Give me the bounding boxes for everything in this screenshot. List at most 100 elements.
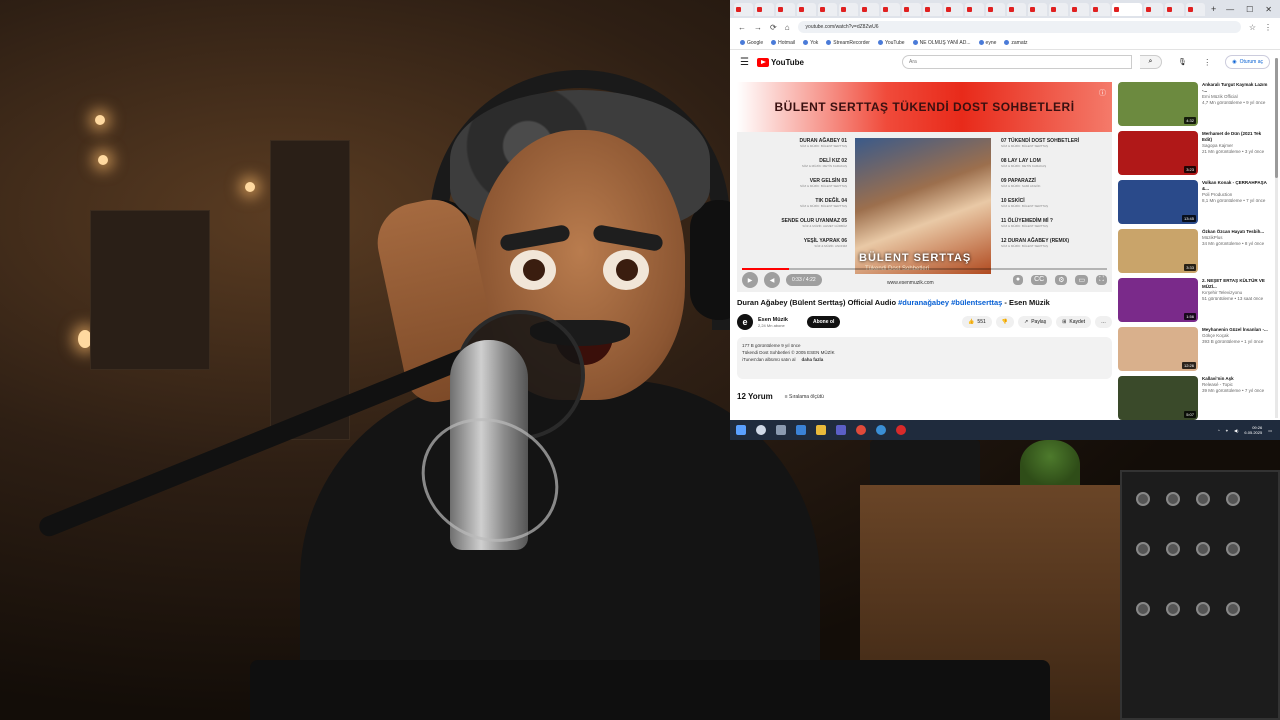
share-button[interactable]: ↗ Paylaş (1018, 316, 1053, 328)
page-scrollbar[interactable] (1275, 58, 1278, 418)
video-thumbnail[interactable]: 3:23 (1118, 131, 1198, 175)
video-thumbnail[interactable]: 1:56 (1118, 278, 1198, 322)
signin-button[interactable]: ◉ Oturum aç (1225, 55, 1270, 69)
voice-search-icon[interactable]: 🎙 (1178, 58, 1187, 66)
info-icon[interactable]: ⓘ (1099, 88, 1106, 98)
subtitles-icon[interactable]: CC (1031, 275, 1048, 285)
browser-tab[interactable] (1007, 2, 1026, 16)
bookmark-item[interactable]: Google (740, 40, 763, 46)
search-input[interactable]: Ara (902, 55, 1132, 69)
video-thumbnail[interactable]: 5:07 (1118, 376, 1198, 420)
browser-tab[interactable] (944, 2, 963, 16)
related-video[interactable]: 1:56 2. NEŞET ERTAŞ KÜLTÜR VE MÜZİ... Kırş… (1118, 278, 1280, 327)
browser-tab[interactable] (986, 2, 1005, 16)
browser-tab[interactable] (797, 2, 816, 16)
notifications-icon[interactable]: ▭ (1268, 428, 1272, 433)
dislike-button[interactable]: 👎 (995, 316, 1014, 328)
related-video[interactable]: 12:26 Meyhanenin Güzel İnsanları -... Gökç… (1118, 327, 1280, 376)
browser-tab[interactable] (860, 2, 879, 16)
bookmark-item[interactable]: eyne (978, 40, 996, 46)
file-explorer-icon[interactable] (816, 425, 826, 435)
related-video[interactable]: 4:32 Ankaralı Turgut Kaymak Lazım -... Emi… (1118, 82, 1280, 131)
browser-tab[interactable] (1028, 2, 1047, 16)
teams-icon[interactable] (836, 425, 846, 435)
edge-icon[interactable] (796, 425, 806, 435)
description-box[interactable]: 177 B görüntüleme 9 yıl önce Tükendi Dos… (737, 337, 1112, 379)
app-icon[interactable] (876, 425, 886, 435)
home-icon[interactable]: ⌂ (785, 23, 790, 32)
browser-tab[interactable] (776, 2, 795, 16)
browser-tab[interactable] (818, 2, 837, 16)
reload-icon[interactable]: ⟳ (770, 23, 777, 32)
browser-tab[interactable] (1144, 2, 1163, 16)
miniplayer-icon[interactable]: ▭ (1075, 275, 1089, 285)
browser-tab[interactable] (965, 2, 984, 16)
autoplay-icon[interactable]: ● (1012, 275, 1024, 285)
browser-tab[interactable] (839, 2, 858, 16)
description-itunes-link[interactable]: iTunes'dan albümü satın al (742, 357, 795, 362)
bookmark-item[interactable]: zamatz (1004, 40, 1028, 46)
volume-button[interactable]: ◀ (764, 272, 780, 288)
browser-tab[interactable] (923, 2, 942, 16)
video-player[interactable]: BÜLENT SERTTAŞ TÜKENDİ DOST SOHBETLERİ ⓘ… (737, 82, 1112, 292)
browser-tab[interactable] (1112, 2, 1142, 16)
network-icon[interactable]: ⌖ (1226, 428, 1228, 433)
settings-gear-icon[interactable]: ⚙ (1055, 275, 1068, 285)
forward-icon[interactable]: → (754, 23, 762, 32)
star-icon[interactable]: ☆ (1249, 23, 1256, 32)
show-more-link[interactable]: daha fazla (801, 357, 823, 362)
video-hashtags[interactable]: #duranağabey #bülentserttaş (898, 298, 1002, 307)
video-thumbnail[interactable]: 12:26 (1118, 327, 1198, 371)
maximize-icon[interactable]: ☐ (1246, 5, 1253, 14)
sort-comments-button[interactable]: ≡ Sıralama ölçütü (785, 394, 824, 400)
close-icon[interactable]: ✕ (1265, 5, 1272, 14)
url-input[interactable]: youtube.com/watch?v=dZ8ZwU6 (797, 21, 1241, 33)
settings-dots-icon[interactable]: ⋮ (1203, 58, 1211, 67)
clock[interactable]: 09:26 6.05.2025 (1244, 425, 1262, 435)
browser-tab[interactable] (1091, 2, 1110, 16)
bookmark-item[interactable]: Hotmail (771, 40, 795, 46)
related-video[interactable]: 5:07 Kallavi'nin Aşk Releasé - Topic 39 Mn … (1118, 376, 1280, 425)
related-video-title[interactable]: Volkan Konak - ÇERRAHPAŞA &... (1202, 180, 1270, 192)
youtube-logo[interactable]: YouTube (756, 57, 804, 67)
bookmark-item[interactable]: NE OLMUŞ YANİ AD... (912, 40, 971, 46)
menu-dots-icon[interactable]: ⋮ (1264, 23, 1272, 32)
related-video-title[interactable]: 2. NEŞET ERTAŞ KÜLTÜR VE MÜZİ... (1202, 278, 1270, 290)
browser-tab[interactable] (1070, 2, 1089, 16)
browser-tab[interactable] (902, 2, 921, 16)
save-button[interactable]: ⊞ Kaydet (1056, 316, 1091, 328)
back-icon[interactable]: ← (738, 23, 746, 32)
channel-avatar[interactable]: e (737, 314, 753, 330)
video-thumbnail[interactable]: 3:33 (1118, 229, 1198, 273)
browser-tab[interactable] (1049, 2, 1068, 16)
related-video[interactable]: 13:45 Volkan Konak - ÇERRAHPAŞA &... Poli … (1118, 180, 1280, 229)
browser-tab[interactable] (881, 2, 900, 16)
browser-tab[interactable] (1165, 2, 1184, 16)
new-tab-icon[interactable]: + (1211, 4, 1216, 14)
like-button[interactable]: 👍 551 (962, 316, 992, 328)
search-taskbar-icon[interactable] (756, 425, 766, 435)
related-video[interactable]: 3:23 Merhamet de Dün (2021 Tek Edit) Sagop… (1118, 131, 1280, 180)
bookmark-item[interactable]: StreamRecorder (826, 40, 870, 46)
recorder-icon[interactable] (896, 425, 906, 435)
play-button[interactable]: ▶ (742, 272, 758, 288)
task-view-icon[interactable] (776, 425, 786, 435)
bookmark-item[interactable]: Yok (803, 40, 818, 46)
related-video-title[interactable]: Ankaralı Turgut Kaymak Lazım -... (1202, 82, 1270, 94)
browser-tab[interactable] (1186, 2, 1205, 16)
search-button[interactable]: ⌕ (1140, 55, 1162, 69)
start-icon[interactable] (736, 425, 746, 435)
bookmark-item[interactable]: YouTube (877, 40, 905, 46)
more-actions-button[interactable]: … (1095, 316, 1112, 328)
video-thumbnail[interactable]: 4:32 (1118, 82, 1198, 126)
chrome-icon[interactable] (856, 425, 866, 435)
tray-arrow-icon[interactable]: ^ (1218, 428, 1220, 433)
fullscreen-icon[interactable]: ⛶ (1096, 275, 1107, 285)
related-video[interactable]: 3:33 Özkan Özcan Hayatı Tesbih... MüzikPlu… (1118, 229, 1280, 278)
scrollbar-thumb[interactable] (1275, 58, 1278, 178)
volume-tray-icon[interactable]: ◀) (1234, 428, 1238, 433)
minimize-icon[interactable]: — (1226, 5, 1234, 14)
progress-bar[interactable] (742, 268, 1107, 270)
subscribe-button[interactable]: Abone ol (806, 316, 841, 328)
browser-tab[interactable] (734, 2, 753, 16)
